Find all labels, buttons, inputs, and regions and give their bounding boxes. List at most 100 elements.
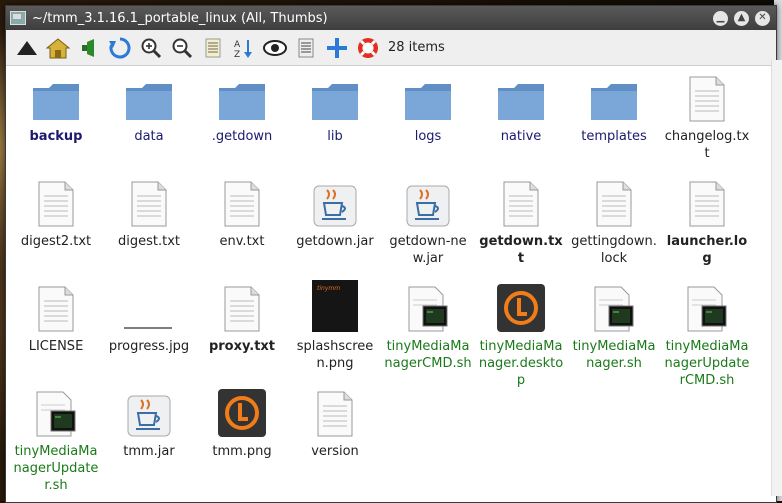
script-icon — [10, 389, 102, 437]
file-manager-window: ~/tmm_3.1.16.1_portable_linux (All, Thum… — [5, 5, 777, 503]
file-item[interactable]: tinyMediaManager.sh — [568, 284, 660, 372]
file-item[interactable]: changelog.txt — [661, 74, 753, 162]
help-icon[interactable] — [355, 35, 381, 61]
text-icon — [289, 389, 381, 437]
file-label: version — [311, 444, 359, 459]
svg-text:Z: Z — [234, 50, 240, 59]
file-label: getdown.txt — [479, 234, 563, 266]
splash-icon: tinymm — [289, 280, 381, 332]
file-item[interactable]: tinyMediaManager.desktop — [475, 284, 567, 389]
folder-icon — [475, 74, 567, 122]
text-icon — [475, 179, 567, 227]
item-count: 28 items — [388, 40, 445, 55]
file-label: tinyMediaManagerUpdaterCMD.sh — [664, 339, 750, 388]
folder-icon — [196, 74, 288, 122]
file-item[interactable]: .getdown — [196, 74, 288, 145]
file-label: logs — [414, 129, 442, 144]
file-item[interactable]: getdown.jar — [289, 179, 381, 250]
file-label: tinyMediaManagerUpdater.sh — [13, 444, 99, 493]
file-label: changelog.txt — [664, 129, 750, 161]
file-item[interactable]: templates — [568, 74, 660, 145]
close-icon[interactable]: ✕ — [755, 10, 770, 26]
file-label: digest2.txt — [20, 234, 92, 249]
plus-icon[interactable] — [324, 35, 350, 61]
up-arrow-icon[interactable] — [14, 35, 40, 61]
text-icon — [568, 179, 660, 227]
file-label: backup — [29, 129, 83, 144]
maximize-icon[interactable]: ▲ — [734, 10, 749, 26]
home-icon[interactable] — [45, 35, 71, 61]
file-label: templates — [581, 129, 647, 144]
window-title: ~/tmm_3.1.16.1_portable_linux (All, Thum… — [32, 10, 328, 26]
folder-icon — [382, 74, 474, 122]
script-icon — [661, 284, 753, 332]
file-item[interactable]: tinyMediaManagerCMD.sh — [382, 284, 474, 372]
list-view-icon[interactable] — [200, 35, 226, 61]
file-item[interactable]: lib — [289, 74, 381, 145]
file-label: proxy.txt — [208, 339, 276, 354]
back-icon[interactable] — [76, 35, 102, 61]
file-item[interactable]: tinymm splashscreen.png — [289, 280, 381, 372]
file-item[interactable]: native — [475, 74, 567, 145]
file-item[interactable]: proxy.txt — [196, 284, 288, 355]
file-item[interactable]: getdown-new.jar — [382, 179, 474, 267]
file-item[interactable]: tmm.jar — [103, 389, 195, 460]
script-icon — [382, 284, 474, 332]
file-label: env.txt — [219, 234, 265, 249]
file-item[interactable]: gettingdown.lock — [568, 179, 660, 267]
file-label: LICENSE — [28, 339, 84, 354]
file-item[interactable]: progress.jpg — [103, 284, 195, 355]
text-icon — [661, 74, 753, 122]
file-label: getdown-new.jar — [389, 234, 467, 266]
title-bar[interactable]: ~/tmm_3.1.16.1_portable_linux (All, Thum… — [6, 6, 776, 30]
file-item[interactable]: version — [289, 389, 381, 460]
svg-text:tinymm: tinymm — [317, 285, 340, 292]
minimize-icon[interactable]: ▁ — [713, 10, 728, 26]
text-icon — [10, 179, 102, 227]
file-item[interactable]: digest2.txt — [10, 179, 102, 250]
svg-text:A: A — [234, 40, 241, 50]
details-icon[interactable] — [293, 35, 319, 61]
file-item[interactable]: data — [103, 74, 195, 145]
file-label: tinyMediaManagerCMD.sh — [384, 339, 472, 371]
file-label: digest.txt — [117, 234, 180, 249]
toolbar: AZ 28 items — [6, 30, 776, 66]
refresh-icon[interactable] — [107, 35, 133, 61]
file-label: gettingdown.lock — [571, 234, 657, 266]
jar-icon — [382, 179, 474, 227]
file-label: native — [500, 129, 542, 144]
file-item[interactable]: digest.txt — [103, 179, 195, 250]
file-label: launcher.log — [666, 234, 748, 266]
file-label: tmm.png — [212, 444, 272, 459]
file-item[interactable]: tinyMediaManagerUpdaterCMD.sh — [661, 284, 753, 389]
text-icon — [661, 179, 753, 227]
scrollbar[interactable] — [771, 60, 782, 496]
file-item[interactable]: env.txt — [196, 179, 288, 250]
file-item[interactable]: launcher.log — [661, 179, 753, 267]
text-icon — [196, 179, 288, 227]
file-item[interactable]: getdown.txt — [475, 179, 567, 267]
text-icon — [103, 179, 195, 227]
zoom-in-icon[interactable] — [138, 35, 164, 61]
file-label: .getdown — [211, 129, 273, 144]
file-label: progress.jpg — [108, 339, 190, 354]
file-item[interactable]: backup — [10, 74, 102, 145]
file-label: getdown.jar — [296, 234, 374, 249]
file-item[interactable]: logs — [382, 74, 474, 145]
file-label: tmm.jar — [123, 444, 175, 459]
tmm-icon — [475, 284, 567, 332]
zoom-out-icon[interactable] — [169, 35, 195, 61]
eye-icon[interactable] — [262, 35, 288, 61]
file-grid: backup data .getdown lib logs native templates… — [6, 66, 776, 498]
file-item[interactable]: tinyMediaManagerUpdater.sh — [10, 389, 102, 494]
jar-icon — [289, 179, 381, 227]
file-label: data — [134, 129, 164, 144]
file-label: tinyMediaManager.desktop — [478, 339, 564, 388]
file-item[interactable]: LICENSE — [10, 284, 102, 355]
sort-icon[interactable]: AZ — [231, 35, 257, 61]
folder-icon — [568, 74, 660, 122]
file-label: tinyMediaManager.sh — [572, 339, 656, 371]
tmm-icon — [196, 389, 288, 437]
window-icon — [10, 11, 26, 25]
file-item[interactable]: tmm.png — [196, 389, 288, 460]
